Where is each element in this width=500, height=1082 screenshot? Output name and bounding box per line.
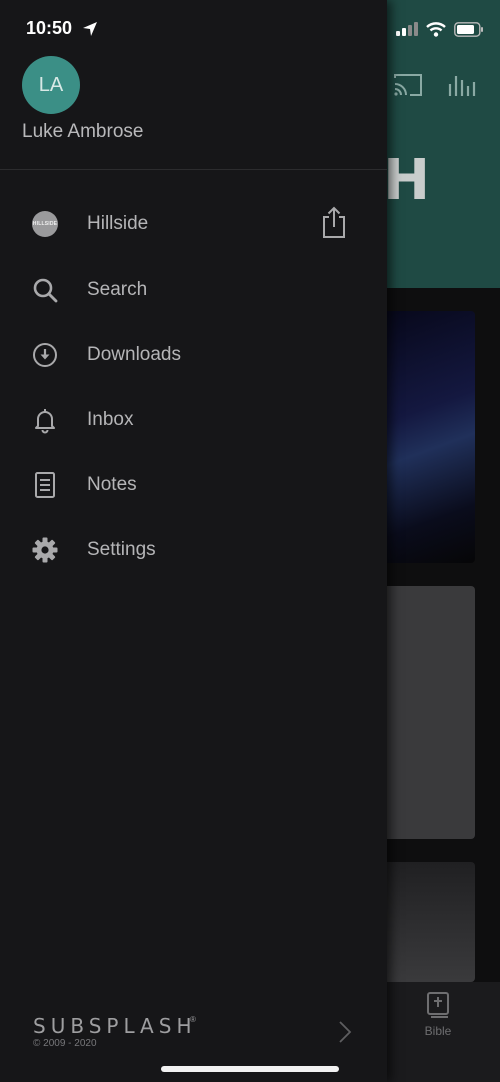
copyright-text: © 2009 - 2020 [33,1038,97,1049]
menu-item-search[interactable]: Search [0,260,387,320]
divider [0,169,387,170]
search-icon [33,278,58,303]
chevron-right-icon[interactable] [338,1020,352,1044]
registered-mark: ® [190,1015,196,1024]
media-card[interactable] [375,862,475,982]
home-indicator [161,1066,339,1072]
menu-item-inbox[interactable]: Inbox [0,390,387,450]
bible-icon[interactable] [426,992,450,1018]
location-arrow-icon [83,22,97,36]
side-drawer: 10:50 LA Luke Ambrose HILLSIDE Hillside … [0,0,387,1082]
media-card[interactable] [375,586,475,839]
wifi-icon [426,21,446,37]
user-name[interactable]: Luke Ambrose [22,121,143,143]
menu-item-settings[interactable]: Settings [0,520,387,580]
cast-icon[interactable] [393,72,423,98]
avatar[interactable]: LA [22,56,80,114]
tab-bible-label[interactable]: Bible [410,1024,466,1038]
gear-icon [32,537,58,563]
menu-item-notes[interactable]: Notes [0,455,387,515]
bell-icon [35,409,55,434]
subsplash-brand[interactable]: SUBSPLASH [33,1014,196,1038]
hillside-logo-icon: HILLSIDE [31,210,59,238]
status-icons [396,18,484,40]
menu-item-label: Hillside [87,213,149,234]
share-icon[interactable] [320,205,348,239]
signal-icon [396,22,418,36]
menu-item-label: Inbox [87,409,134,430]
menu-item-label: Notes [87,474,137,495]
download-icon [33,343,57,367]
menu-item-label: Search [87,279,148,300]
notes-icon [35,472,55,498]
status-time: 10:50 [26,18,73,38]
menu-item-downloads[interactable]: Downloads [0,325,387,385]
audio-bars-icon[interactable] [447,72,477,98]
menu-item-label: Downloads [87,344,181,365]
hillside-logo-text: HILLSIDE [32,211,58,237]
battery-icon [454,21,483,37]
media-card[interactable] [375,311,475,563]
menu-item-label: Settings [87,539,156,560]
